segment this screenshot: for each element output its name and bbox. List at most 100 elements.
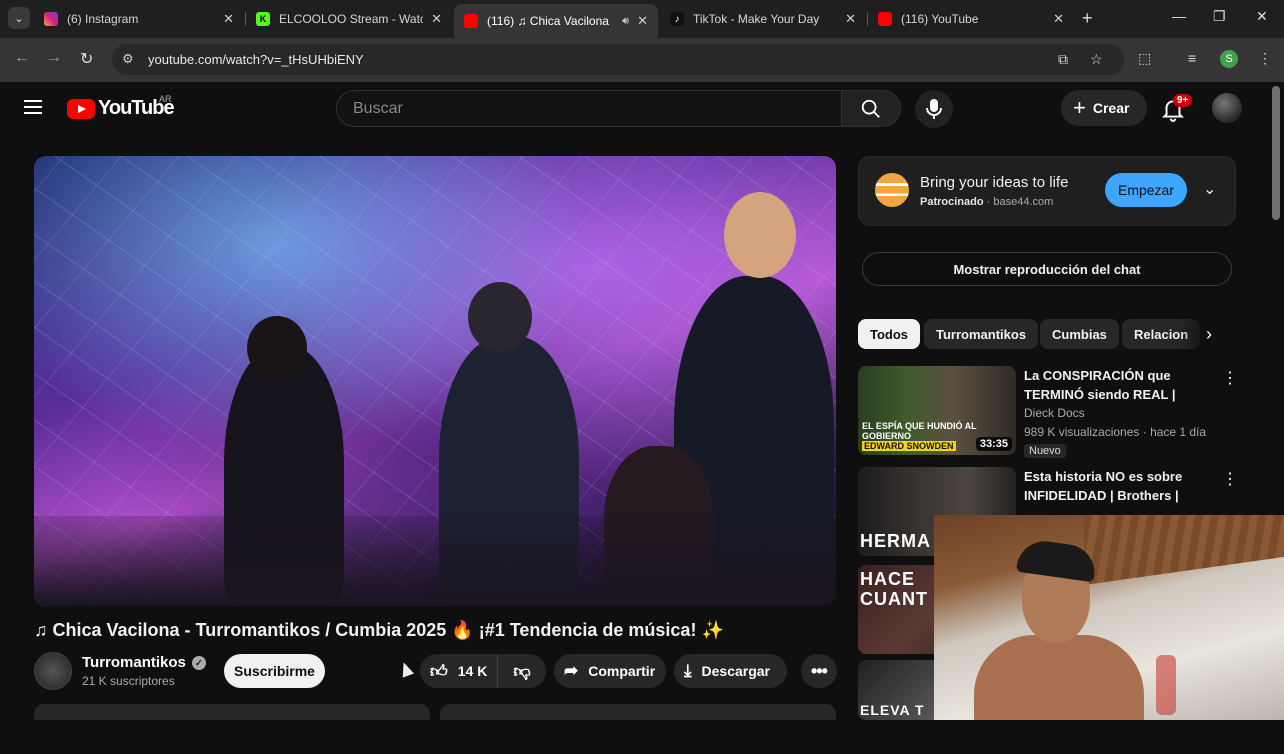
tab-title: (116) YouTube xyxy=(901,12,979,26)
video-frame-stage xyxy=(34,516,836,606)
close-tab-icon[interactable]: ✕ xyxy=(431,11,442,27)
chevron-right-icon[interactable]: › xyxy=(1206,324,1212,345)
recommended-channel[interactable]: Dieck Docs xyxy=(1024,406,1085,420)
like-button[interactable]: 👍︎ 14 K xyxy=(420,654,498,688)
new-tab-plus-icon[interactable]: + xyxy=(1082,8,1093,29)
video-player[interactable] xyxy=(34,156,836,606)
like-count: 14 K xyxy=(457,663,488,679)
address-bar[interactable]: ⚙︎ youtube.com/watch?v=_tHsUHbiENY ⧉ ☆ xyxy=(112,44,1124,75)
chip-cumbias[interactable]: Cumbias xyxy=(1040,319,1119,349)
notification-badge: 9+ xyxy=(1173,94,1193,107)
close-tab-icon[interactable]: ✕ xyxy=(845,11,856,27)
webcam-overlay xyxy=(934,515,1284,720)
more-actions-button[interactable]: ••• xyxy=(801,654,837,688)
advertiser-logo xyxy=(875,173,909,207)
profile-avatar-icon[interactable]: S xyxy=(1220,50,1238,68)
share-arrow-icon: ➦ xyxy=(564,661,579,680)
thumbs-up-icon: 👍︎ xyxy=(430,661,448,681)
menu-hamburger-icon[interactable] xyxy=(24,100,42,114)
minimize-icon[interactable]: — xyxy=(1172,8,1186,24)
description-box-edge xyxy=(34,704,430,720)
maximize-icon[interactable]: ❐ xyxy=(1213,8,1226,25)
download-icon: ⤓ xyxy=(684,661,692,680)
subscribe-button[interactable]: Suscribirme xyxy=(224,654,325,688)
search-icon xyxy=(861,99,880,118)
thumbnail-caption: HACE CUANT xyxy=(860,569,928,609)
install-app-icon[interactable]: ⧉ xyxy=(1058,51,1068,68)
tab-youtube-home[interactable]: (116) YouTube ✕ xyxy=(868,4,1074,34)
ad-domain: base44.com xyxy=(993,196,1054,208)
tab-title: ELCOOLOO Stream - Watch xyxy=(279,12,424,26)
show-chat-replay-button[interactable]: Mostrar reproducción del chat xyxy=(862,252,1232,286)
like-dislike-group: 👍︎ 14 K 👎︎ xyxy=(420,654,546,688)
recommended-title[interactable]: Esta historia NO es sobre INFIDELIDAD | … xyxy=(1024,467,1220,505)
youtube-icon xyxy=(464,14,478,28)
close-window-icon[interactable]: ✕ xyxy=(1256,8,1268,25)
search-button[interactable] xyxy=(841,90,901,127)
tab-chica-vacilona[interactable]: (116) ♫ Chica Vacilona 🔊︎ ✕ xyxy=(454,4,658,38)
recommended-views: 989 K visualizaciones · hace 1 día xyxy=(1024,425,1207,439)
webcam-bottle xyxy=(1156,655,1176,715)
browser-toolbar: ← → ↻ ⚙︎ youtube.com/watch?v=_tHsUHbiENY… xyxy=(0,38,1284,82)
download-button[interactable]: ⤓ Descargar xyxy=(674,654,787,688)
back-arrow-icon[interactable]: ← xyxy=(14,49,30,67)
page-scrollbar[interactable] xyxy=(1272,86,1280,220)
tab-tiktok[interactable]: ♪ TikTok - Make Your Day ✕ xyxy=(660,4,866,34)
reload-icon[interactable]: ↻ xyxy=(80,49,93,69)
extensions-puzzle-icon[interactable]: ⬚ xyxy=(1138,50,1151,67)
ad-title[interactable]: Bring your ideas to life xyxy=(920,174,1068,191)
close-tab-icon[interactable]: ✕ xyxy=(1053,11,1064,27)
more-vert-icon[interactable]: ⋮ xyxy=(1222,368,1238,388)
create-button[interactable]: + Crear xyxy=(1061,90,1147,126)
more-dots-icon: ••• xyxy=(811,660,828,681)
speaker-icon[interactable]: 🔊︎ xyxy=(622,15,629,28)
youtube-logo[interactable]: YouTube AR xyxy=(67,94,175,120)
channel-avatar[interactable] xyxy=(34,652,72,690)
thumbnail-caption-highlight: EDWARD SNOWDEN xyxy=(862,441,956,451)
ad-meta: Patrocinado · base44.com xyxy=(920,196,1054,208)
bookmark-star-icon[interactable]: ☆ xyxy=(1090,51,1103,68)
account-avatar[interactable] xyxy=(1212,93,1242,123)
channel-name-row[interactable]: Turromantikos ✓ xyxy=(82,654,206,671)
close-tab-icon[interactable]: ✕ xyxy=(223,11,234,27)
video-frame-performer-head xyxy=(247,316,307,380)
recommended-video[interactable]: EL ESPÍA QUE HUNDIÓ AL GOBIERNO EDWARD SN… xyxy=(858,366,1238,460)
tiktok-icon: ♪ xyxy=(670,12,684,26)
forward-arrow-icon[interactable]: → xyxy=(46,49,62,67)
search-input[interactable] xyxy=(337,91,841,126)
more-vert-icon[interactable]: ⋮ xyxy=(1222,469,1238,489)
site-settings-icon[interactable]: ⚙︎ xyxy=(122,51,134,67)
chip-turromantikos[interactable]: Turromantikos xyxy=(924,319,1039,349)
recommended-title[interactable]: La CONSPIRACIÓN que TERMINÓ siendo REAL … xyxy=(1024,366,1220,404)
tab-instagram[interactable]: (6) Instagram ✕ xyxy=(34,4,244,34)
chip-all[interactable]: Todos xyxy=(858,319,921,349)
voice-search-button[interactable] xyxy=(915,90,953,128)
mouse-cursor-icon xyxy=(397,660,415,678)
sponsored-ad-card[interactable]: Bring your ideas to life Patrocinado · b… xyxy=(858,156,1236,226)
thumbnail-caption: ELEVA T xyxy=(860,702,925,718)
verified-check-icon: ✓ xyxy=(191,656,206,670)
chevron-down-icon[interactable]: ⌄ xyxy=(1203,179,1216,199)
thumbnail-caption-line: EL ESPÍA QUE HUNDIÓ AL GOBIERNO xyxy=(862,421,977,441)
video-frame-singer-head xyxy=(724,192,796,278)
media-controls-icon[interactable]: ≡ xyxy=(1188,50,1196,66)
channel-name[interactable]: Turromantikos xyxy=(82,654,186,671)
video-frame-performer-head xyxy=(468,282,532,352)
new-badge: Nuevo xyxy=(1024,444,1066,458)
tab-kick-stream[interactable]: K ELCOOLOO Stream - Watch ✕ xyxy=(246,4,452,34)
create-label: Crear xyxy=(1092,100,1130,116)
close-tab-icon[interactable]: ✕ xyxy=(637,13,648,29)
subscriber-count: 21 K suscriptores xyxy=(82,674,175,688)
dislike-button[interactable]: 👎︎ xyxy=(498,654,546,688)
plus-icon: + xyxy=(1073,95,1086,120)
url-text[interactable]: youtube.com/watch?v=_tHsUHbiENY xyxy=(148,52,364,67)
ad-cta-button[interactable]: Empezar xyxy=(1105,173,1187,207)
video-thumbnail[interactable]: EL ESPÍA QUE HUNDIÓ AL GOBIERNO EDWARD SN… xyxy=(858,366,1016,455)
tab-search-chevron-icon[interactable]: ⌄ xyxy=(8,7,30,29)
video-title: ♫ Chica Vacilona - Turromantikos / Cumbi… xyxy=(34,620,724,640)
search-box xyxy=(336,90,842,127)
youtube-header: YouTube AR + Crear 9+ xyxy=(0,82,1284,138)
share-button[interactable]: ➦ Compartir xyxy=(554,654,666,688)
browser-menu-icon[interactable]: ⋮ xyxy=(1258,50,1272,67)
tab-title: (116) ♫ Chica Vacilona xyxy=(487,14,609,28)
